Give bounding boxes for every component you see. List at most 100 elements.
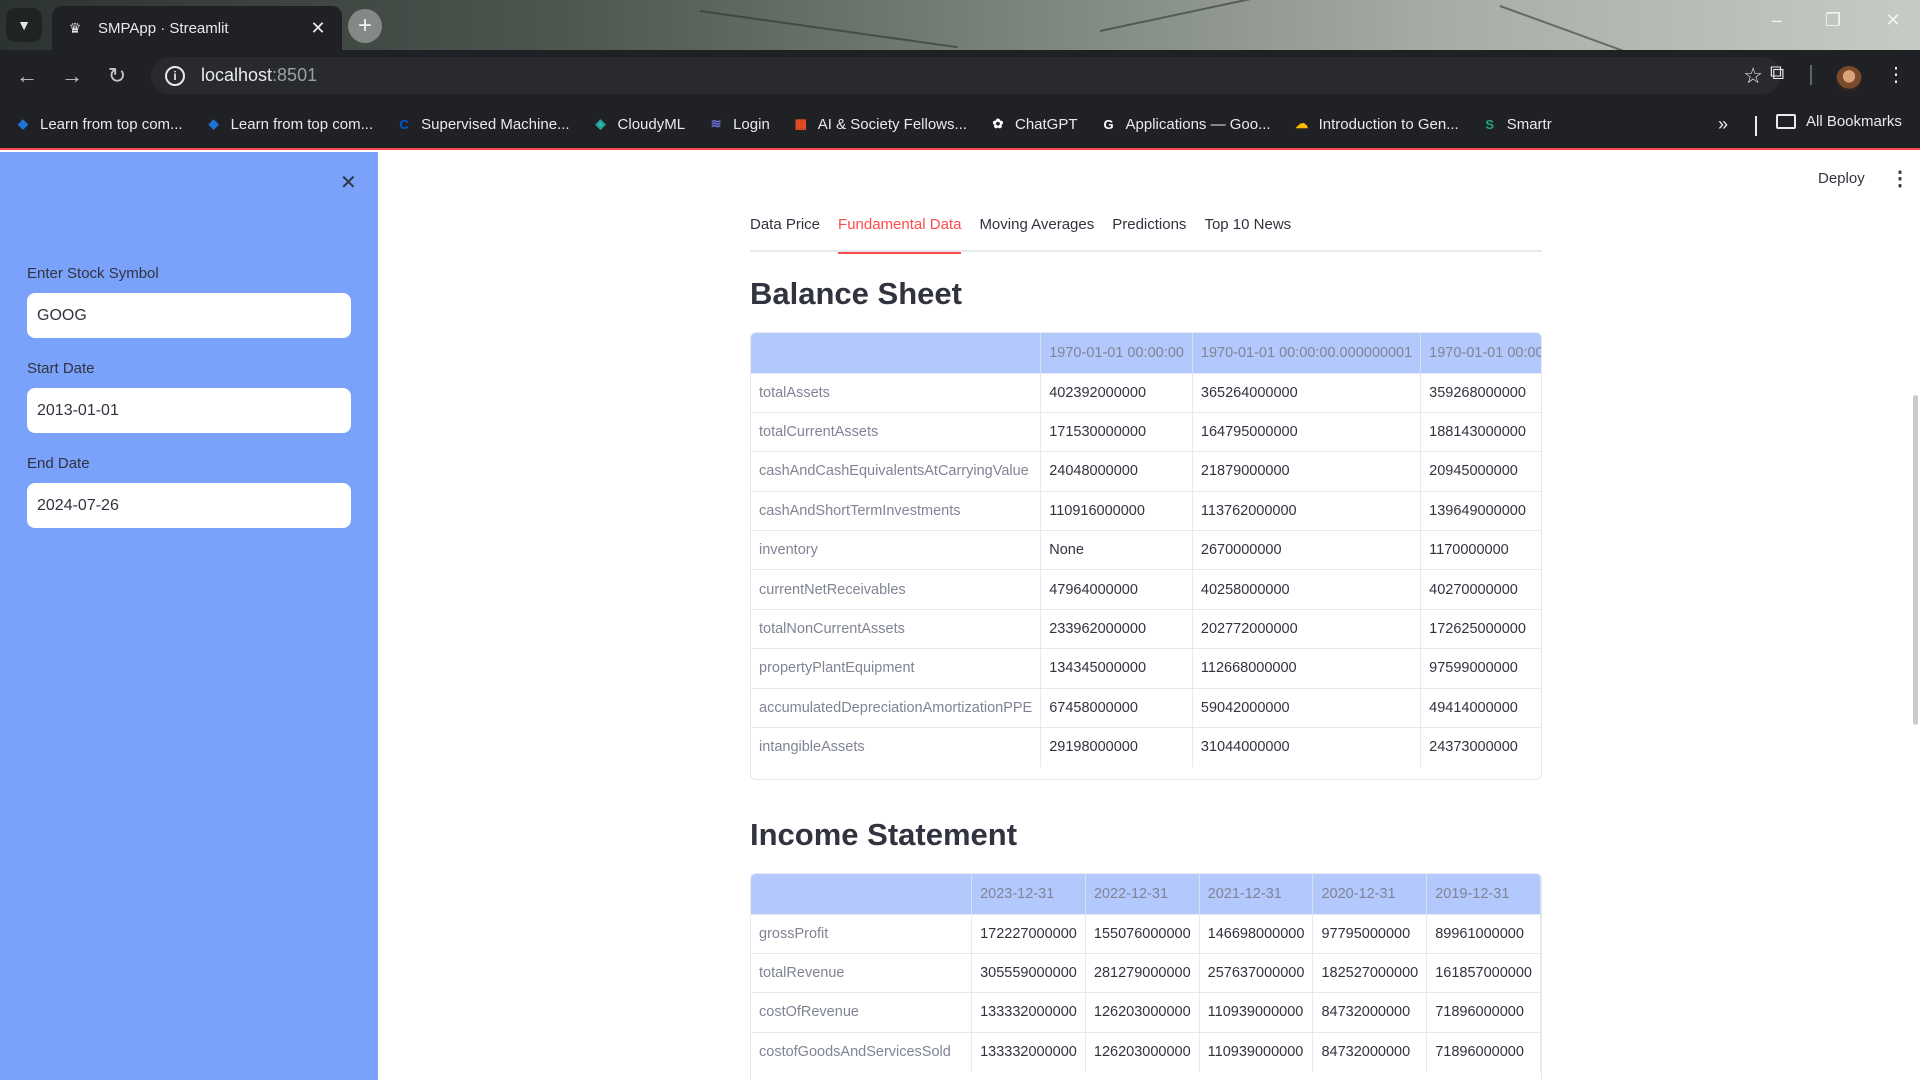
close-window-button[interactable]: ✕ <box>1878 10 1908 31</box>
table-cell[interactable]: 84732000000 <box>1312 992 1428 1033</box>
table-cell[interactable]: 110939000000 <box>1199 992 1314 1033</box>
table-cell[interactable]: 146698000000 <box>1199 913 1314 954</box>
site-info-icon[interactable]: i <box>165 65 185 86</box>
profile-avatar[interactable] <box>1836 66 1862 92</box>
tab-data-price[interactable]: Data Price <box>750 214 820 252</box>
bookmarks-overflow-icon[interactable]: » <box>1718 114 1728 135</box>
table-cell[interactable]: 67458000000 <box>1040 687 1193 728</box>
tab-fundamental-data[interactable]: Fundamental Data <box>838 214 962 254</box>
table-cell[interactable]: 134345000000 <box>1040 648 1193 689</box>
row-index-cell[interactable]: cashAndShortTermInvestments <box>751 490 1042 531</box>
close-sidebar-icon[interactable]: ✕ <box>340 170 357 195</box>
stock-symbol-input[interactable]: GOOG <box>27 293 351 338</box>
row-index-cell[interactable]: totalRevenue <box>751 952 973 993</box>
table-cell[interactable]: 49414000000 <box>1420 687 1541 728</box>
new-tab-button[interactable]: + <box>348 9 382 43</box>
restore-button[interactable]: ❐ <box>1818 10 1848 31</box>
table-cell[interactable]: 305559000000 <box>971 952 1086 993</box>
table-cell[interactable]: 202772000000 <box>1192 608 1422 649</box>
table-cell[interactable]: 161857000000 <box>1426 952 1541 993</box>
close-icon[interactable]: ✕ <box>308 18 328 39</box>
table-cell[interactable]: 188143000000 <box>1420 411 1541 452</box>
table-cell[interactable]: 126203000000 <box>1085 1031 1200 1072</box>
bookmark-item[interactable]: G Applications — Goo... <box>1100 115 1270 133</box>
minimize-button[interactable]: – <box>1762 10 1792 31</box>
column-header[interactable] <box>751 333 1042 373</box>
bookmark-item[interactable]: S Smartr <box>1481 115 1551 133</box>
row-index-cell[interactable]: costofGoodsAndServicesSold <box>751 1031 973 1072</box>
bookmark-item[interactable]: ☁ Introduction to Gen... <box>1293 115 1459 133</box>
table-cell[interactable]: 155076000000 <box>1085 913 1200 954</box>
table-cell[interactable]: 29198000000 <box>1040 727 1193 767</box>
extensions-icon[interactable]: ⧉ <box>1770 62 1784 85</box>
all-bookmarks-button[interactable]: All Bookmarks <box>1776 113 1902 130</box>
row-index-cell[interactable]: intangibleAssets <box>751 727 1042 767</box>
tab-moving-averages[interactable]: Moving Averages <box>979 214 1094 252</box>
column-header[interactable]: 2019-12-31 <box>1426 874 1541 914</box>
table-cell[interactable]: 233962000000 <box>1040 608 1193 649</box>
table-cell[interactable]: 281279000000 <box>1085 952 1200 993</box>
row-index-cell[interactable]: inventory <box>751 530 1042 570</box>
column-header[interactable]: 2021-12-31 <box>1199 874 1314 914</box>
table-cell[interactable]: 47964000000 <box>1040 569 1193 610</box>
table-cell[interactable]: 182527000000 <box>1312 952 1428 993</box>
table-cell[interactable]: 172227000000 <box>971 913 1086 954</box>
browser-tab-active[interactable]: ♛ SMPApp · Streamlit ✕ <box>52 6 342 50</box>
column-header[interactable] <box>751 874 973 914</box>
table-cell[interactable]: 59042000000 <box>1192 687 1422 728</box>
table-cell[interactable]: 112668000000 <box>1192 648 1422 689</box>
bookmark-item[interactable]: ✿ ChatGPT <box>989 115 1078 133</box>
balance-sheet-table[interactable]: 1970-01-01 00:00:00 1970-01-01 00:00:00.0… <box>750 332 1542 780</box>
back-button[interactable]: ← <box>12 61 42 91</box>
table-cell[interactable]: 133332000000 <box>971 1031 1086 1072</box>
tab-search-button[interactable]: ▼ <box>6 8 42 42</box>
row-index-cell[interactable]: costOfRevenue <box>751 992 973 1033</box>
table-cell[interactable]: 31044000000 <box>1192 727 1422 767</box>
table-cell[interactable]: 257637000000 <box>1199 952 1314 993</box>
table-cell[interactable]: 126203000000 <box>1085 992 1200 1033</box>
table-cell[interactable]: 21879000000 <box>1192 451 1422 492</box>
row-index-cell[interactable]: currentNetReceivables <box>751 569 1042 610</box>
reload-button[interactable]: ↻ <box>102 61 132 91</box>
table-cell[interactable]: 20945000000 <box>1420 451 1541 492</box>
table-cell[interactable]: 97795000000 <box>1312 913 1428 954</box>
row-index-cell[interactable]: grossProfit <box>751 913 973 954</box>
row-index-cell[interactable]: cashAndCashEquivalentsAtCarryingValue <box>751 451 1042 492</box>
bookmark-item[interactable]: C Supervised Machine... <box>395 115 569 133</box>
start-date-input[interactable]: 2013-01-01 <box>27 388 351 433</box>
bookmark-item[interactable]: ▦ AI & Society Fellows... <box>792 115 967 133</box>
column-header[interactable]: 2022-12-31 <box>1085 874 1200 914</box>
table-cell[interactable]: 133332000000 <box>971 992 1086 1033</box>
table-cell[interactable]: 71896000000 <box>1426 1031 1541 1072</box>
column-header[interactable]: 1970-01-01 00:00:00 <box>1040 333 1193 373</box>
table-cell[interactable]: 365264000000 <box>1192 372 1422 413</box>
table-cell[interactable]: 171530000000 <box>1040 411 1193 452</box>
table-cell[interactable]: 172625000000 <box>1420 608 1541 649</box>
page-scrollbar[interactable] <box>1913 395 1918 725</box>
table-cell[interactable]: 164795000000 <box>1192 411 1422 452</box>
table-cell[interactable]: 71896000000 <box>1426 992 1541 1033</box>
table-cell[interactable]: 1170000000 <box>1420 530 1541 570</box>
bookmark-item[interactable]: ≋ Login <box>707 115 770 133</box>
end-date-input[interactable]: 2024-07-26 <box>27 483 351 528</box>
table-cell[interactable]: 24048000000 <box>1040 451 1193 492</box>
column-header[interactable]: 2020-12-31 <box>1312 874 1428 914</box>
table-cell[interactable]: 40258000000 <box>1192 569 1422 610</box>
table-cell[interactable]: 97599000000 <box>1420 648 1541 689</box>
column-header[interactable]: 1970-01-01 00:00 <box>1420 333 1541 373</box>
bookmark-item[interactable]: ◆ Learn from top com... <box>14 115 183 133</box>
row-index-cell[interactable]: totalNonCurrentAssets <box>751 608 1042 649</box>
table-cell[interactable]: 89961000000 <box>1426 913 1541 954</box>
row-index-cell[interactable]: totalCurrentAssets <box>751 411 1042 452</box>
deploy-button[interactable]: Deploy <box>1818 170 1865 187</box>
income-statement-table[interactable]: 2023-12-31 2022-12-31 2021-12-31 2020-12-31… <box>750 873 1542 1080</box>
browser-menu-icon[interactable]: ⋮ <box>1886 62 1906 87</box>
table-cell[interactable]: 24373000000 <box>1420 727 1541 767</box>
table-cell[interactable]: 402392000000 <box>1040 372 1193 413</box>
row-index-cell[interactable]: propertyPlantEquipment <box>751 648 1042 689</box>
table-cell[interactable]: 110939000000 <box>1199 1031 1314 1072</box>
address-bar[interactable]: i localhost:8501 ☆ <box>151 57 1781 94</box>
table-cell[interactable]: 359268000000 <box>1420 372 1541 413</box>
row-index-cell[interactable]: accumulatedDepreciationAmortizationPPE <box>751 687 1042 728</box>
row-index-cell[interactable]: totalAssets <box>751 372 1042 413</box>
